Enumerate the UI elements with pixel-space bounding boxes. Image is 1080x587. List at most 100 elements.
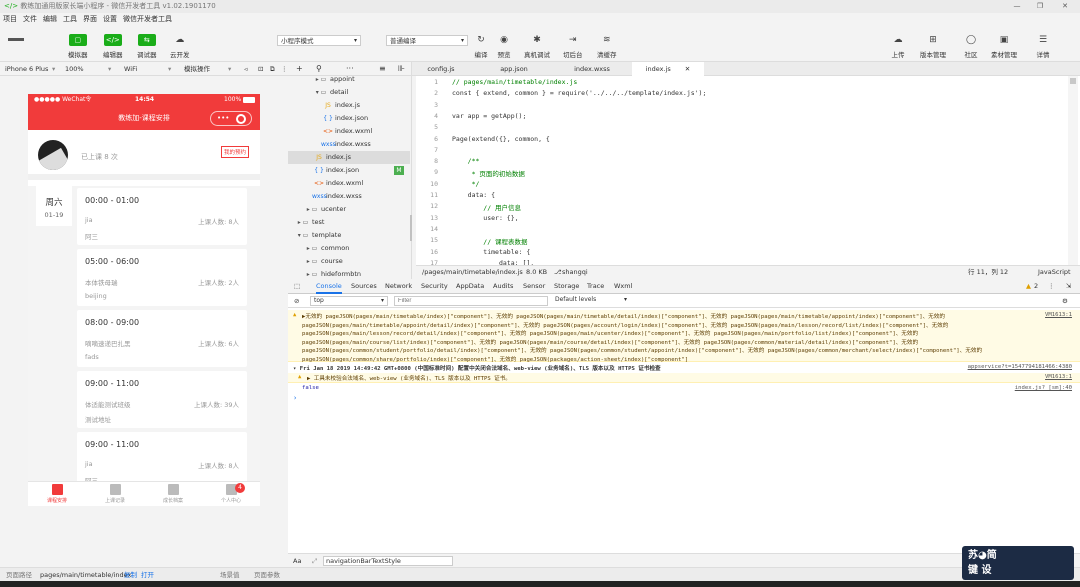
file-tree-item[interactable]: ▸ ▭ test	[288, 216, 410, 229]
maximize-icon[interactable]: ❐	[1033, 0, 1047, 13]
tab-wxml[interactable]: Wxml	[614, 279, 632, 294]
network-select[interactable]: WiFi	[124, 62, 137, 76]
menu-item[interactable]: 微信开发者工具	[123, 13, 172, 26]
cloud-button[interactable]: ☁ 云开发	[170, 34, 190, 59]
file-tree-item[interactable]: ▸ ▭ ucenter	[288, 203, 410, 216]
file-tree-item[interactable]: ▾ ▭ detail	[288, 86, 410, 99]
compile-select[interactable]: 普通编译 ▾	[386, 35, 468, 46]
file-tree-item[interactable]: JS index.js	[288, 151, 410, 164]
minimize-icon[interactable]: —	[1010, 0, 1024, 13]
course-card[interactable]: 00:00 - 01:00 jia 上课人数: 8人 阿三	[77, 188, 247, 245]
clear-cache-button[interactable]: ≋ 清缓存	[597, 34, 617, 59]
close-circle-icon[interactable]	[236, 114, 246, 124]
upload-button[interactable]: ☁ 上传	[889, 34, 907, 59]
close-icon[interactable]: ✕	[1058, 0, 1072, 13]
file-tree-item[interactable]: ▸ ▭ common	[288, 242, 410, 255]
console-warning[interactable]: ▲ ▶ 工具未校验合法域名、web-view (业务域名)、TLS 版本以及 H…	[288, 373, 1080, 383]
operation-select[interactable]: 模拟操作	[184, 62, 210, 76]
console-log[interactable]: ▾ Fri Jan 18 2019 14:49:42 GMT+0800 (中国标…	[293, 364, 661, 372]
console-prompt[interactable]: ›	[293, 394, 297, 402]
device-select[interactable]: iPhone 6 Plus	[5, 62, 48, 76]
page-params[interactable]: 页面参数	[254, 568, 280, 582]
file-tree-item[interactable]: ▾ ▭ template	[288, 229, 410, 242]
tab-audits[interactable]: Audits	[493, 279, 513, 294]
menu-item[interactable]: 文件	[23, 13, 37, 26]
file-tree-item[interactable]: wxssindex.wxss	[288, 190, 410, 203]
tab-security[interactable]: Security	[421, 279, 448, 294]
tab-trace[interactable]: Trace	[587, 279, 604, 294]
menu-item[interactable]: 编辑	[43, 13, 57, 26]
backend-button[interactable]: ⇥ 切后台	[563, 34, 583, 59]
menu-item[interactable]: 项目	[3, 13, 17, 26]
tab-profile[interactable]: 个人中心 4	[202, 483, 260, 504]
popout-icon[interactable]: ⧉	[270, 62, 275, 76]
capsule-button[interactable]: •••	[210, 111, 252, 126]
course-card[interactable]: 05:00 - 06:00 本体铁母瑞 上课人数: 2人 beijing	[77, 249, 247, 306]
appointment-tag[interactable]: 我的预约	[221, 146, 250, 158]
avatar[interactable]	[8, 38, 24, 41]
context-select[interactable]: top ▾	[310, 296, 388, 306]
tab-records[interactable]: 上课记录	[86, 484, 144, 504]
simulator-button[interactable]: ▢ 模拟器	[68, 34, 88, 59]
more-icon[interactable]: ⋮	[1048, 279, 1055, 294]
levels-select[interactable]: Default levels ▾	[552, 296, 630, 306]
console-input[interactable]: navigationBarTextStyle	[323, 556, 453, 566]
tab-appdata[interactable]: AppData	[456, 279, 484, 294]
file-tree-item[interactable]: { } index.json	[288, 112, 410, 125]
gear-icon[interactable]: ⚙	[1062, 294, 1068, 308]
menu-item[interactable]: 界面	[83, 13, 97, 26]
version-button[interactable]: ⊞ 版本管理	[920, 34, 946, 59]
file-tree-item[interactable]: JS index.js	[288, 99, 410, 112]
menu-item[interactable]: 工具	[63, 13, 77, 26]
scene-value[interactable]: 场景值	[220, 568, 240, 582]
inspect-element-icon[interactable]: ⬚	[294, 279, 300, 294]
tab-network[interactable]: Network	[385, 279, 412, 294]
filter-input[interactable]	[394, 296, 548, 306]
editor-button[interactable]: </> 编辑器	[103, 34, 123, 59]
course-card[interactable]: 09:00 - 11:00 体适能测试班级 上课人数: 39人 测试地址	[77, 371, 247, 428]
console-warning[interactable]: ▲ ▶无效的 pageJSON(pages/main/timetable/ind…	[288, 310, 1080, 363]
community-button[interactable]: ◯ 社区	[962, 34, 980, 59]
scrollbar[interactable]	[410, 215, 412, 241]
tab-index-wxss[interactable]: index.wxss	[558, 62, 626, 76]
debugger-button[interactable]: ⇆ 调试器	[137, 34, 157, 59]
tab-index-js[interactable]: index.js ✕	[632, 62, 704, 76]
mode-select[interactable]: 小程序模式 ▾	[277, 35, 361, 46]
file-tree-item[interactable]: ▸ ▭ appoint	[288, 73, 410, 86]
tab-app-json[interactable]: app.json	[480, 62, 548, 76]
clear-console-icon[interactable]: ⊘	[294, 294, 299, 308]
tab-sources[interactable]: Sources	[351, 279, 377, 294]
expand-icon[interactable]: ⤢	[312, 554, 317, 568]
file-tree-item[interactable]: <> index.wxml	[288, 177, 410, 190]
menu-item[interactable]: 设置	[103, 13, 117, 26]
compile-button[interactable]: ↻ 编译	[472, 34, 490, 59]
copy-link[interactable]: 复制	[124, 568, 137, 582]
remote-debug-button[interactable]: ✱ 真机调试	[524, 34, 550, 59]
avatar[interactable]	[38, 140, 68, 170]
close-icon[interactable]: ✕	[685, 65, 690, 73]
file-tree-item[interactable]: <> index.wxml	[288, 125, 410, 138]
file-tree-item[interactable]: ▸ ▭ course	[288, 255, 410, 268]
language-mode[interactable]: JavaScript	[1038, 266, 1071, 279]
scrollbar[interactable]	[1068, 76, 1078, 265]
tab-growth[interactable]: 成长档案	[144, 484, 202, 504]
file-tree-item[interactable]: wxssindex.wxss	[288, 138, 410, 151]
tab-sensor[interactable]: Sensor	[523, 279, 545, 294]
file-tree-item[interactable]: { } index.json M	[288, 164, 410, 177]
tab-storage[interactable]: Storage	[554, 279, 579, 294]
sound-icon[interactable]: ◃	[244, 62, 247, 76]
code-editor[interactable]: 1 // pages/main/timetable/index.js 2 const …	[416, 76, 1080, 265]
assets-button[interactable]: ▣ 素材管理	[991, 34, 1017, 59]
tab-console[interactable]: Console	[316, 279, 342, 294]
cursor-position[interactable]: 行 11，列 12	[968, 266, 1008, 279]
details-button[interactable]: ☰ 详情	[1034, 34, 1052, 59]
dock-icon[interactable]: ⇲	[1066, 279, 1071, 294]
open-link[interactable]: 打开	[141, 568, 154, 582]
inspect-icon[interactable]: ⊡	[258, 62, 263, 76]
tab-schedule[interactable]: 课程安排	[28, 484, 86, 504]
zoom-select[interactable]: 100%	[65, 62, 84, 76]
course-card[interactable]: 08:00 - 09:00 嘀嘀速递巴扎黑 上课人数: 6人 fads	[77, 310, 247, 367]
course-card[interactable]: 09:00 - 11:00 jia 上课人数: 8人 阿三	[77, 432, 247, 481]
preview-button[interactable]: ◉ 预览	[495, 34, 513, 59]
tab-config-js[interactable]: config.js	[412, 62, 470, 76]
